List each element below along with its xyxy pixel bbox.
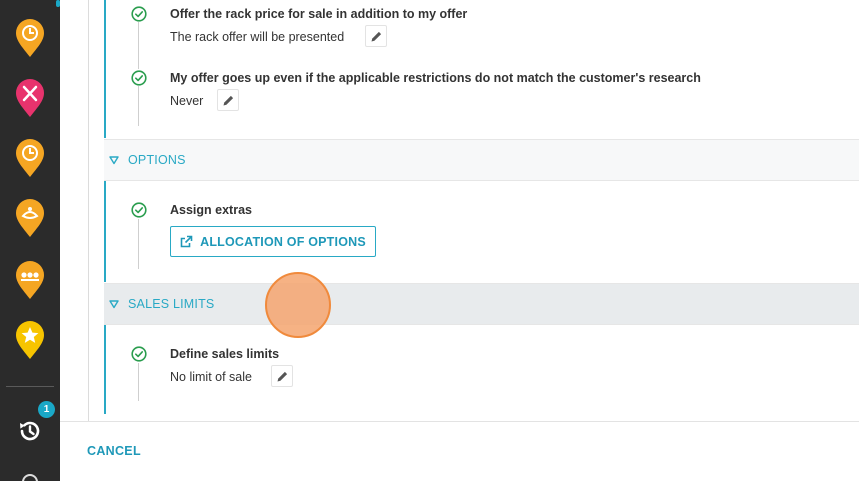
cancel-button[interactable]: CANCEL: [87, 444, 141, 458]
edit-offer-restriction-button[interactable]: [217, 89, 239, 111]
sidebar: 1: [0, 0, 60, 481]
edit-sales-limits-button[interactable]: [271, 365, 293, 387]
sales-limits-panel: Define sales limits No limit of sale: [104, 325, 859, 414]
pencil-icon: [371, 31, 381, 41]
star-pin-icon[interactable]: [14, 320, 46, 360]
timeline-line: [138, 363, 139, 401]
rack-settings-panel: Offer the rack price for sale in additio…: [104, 0, 859, 138]
options-panel: Assign extras ALLOCATION OF OPTIONS: [104, 181, 859, 282]
check-circle-icon: [131, 346, 147, 362]
sales-limits-value: No limit of sale: [170, 370, 252, 384]
options-section-title: OPTIONS: [128, 153, 186, 167]
group-pin-icon[interactable]: [14, 260, 46, 300]
collapse-triangle-icon: [109, 300, 119, 309]
allocation-of-options-button[interactable]: ALLOCATION OF OPTIONS: [170, 226, 376, 257]
timeline-line: [138, 219, 139, 269]
sales-limits-section-header[interactable]: SALES LIMITS: [104, 283, 859, 325]
sidebar-divider: [6, 386, 54, 387]
footer-bar: CANCEL: [60, 421, 859, 481]
pencil-icon: [223, 95, 233, 105]
rack-price-setting-title: Offer the rack price for sale in additio…: [170, 7, 468, 21]
options-section-header[interactable]: OPTIONS: [104, 139, 859, 181]
edit-rack-price-button[interactable]: [365, 25, 387, 47]
outer-guide-line: [88, 0, 89, 421]
timeline-line: [138, 86, 139, 126]
history-icon[interactable]: [16, 417, 44, 445]
assign-extras-title: Assign extras: [170, 203, 252, 217]
pencil-icon: [277, 371, 287, 381]
main-content: Offer the rack price for sale in additio…: [60, 0, 859, 421]
sidebar-bottom-icon[interactable]: [22, 474, 38, 481]
external-link-icon: [180, 235, 193, 248]
check-circle-icon: [131, 6, 147, 22]
history-count-badge: 1: [38, 401, 55, 418]
clock-pin-icon[interactable]: [14, 18, 46, 58]
timeline-line: [138, 22, 139, 69]
clock-pin-icon[interactable]: [14, 138, 46, 178]
spa-pin-icon[interactable]: [14, 198, 46, 238]
check-circle-icon: [131, 70, 147, 86]
allocation-of-options-label: ALLOCATION OF OPTIONS: [200, 234, 366, 249]
rack-price-setting-value: The rack offer will be presented: [170, 30, 345, 44]
restaurant-pin-icon[interactable]: [14, 78, 46, 118]
check-circle-icon: [131, 202, 147, 218]
define-sales-limits-title: Define sales limits: [170, 347, 280, 361]
collapse-triangle-icon: [109, 156, 119, 165]
cursor-indicator: [265, 272, 331, 338]
offer-restriction-setting-title: My offer goes up even if the applicable …: [170, 71, 701, 85]
offer-restriction-setting-value: Never: [170, 94, 204, 108]
sales-limits-section-title: SALES LIMITS: [128, 297, 215, 311]
